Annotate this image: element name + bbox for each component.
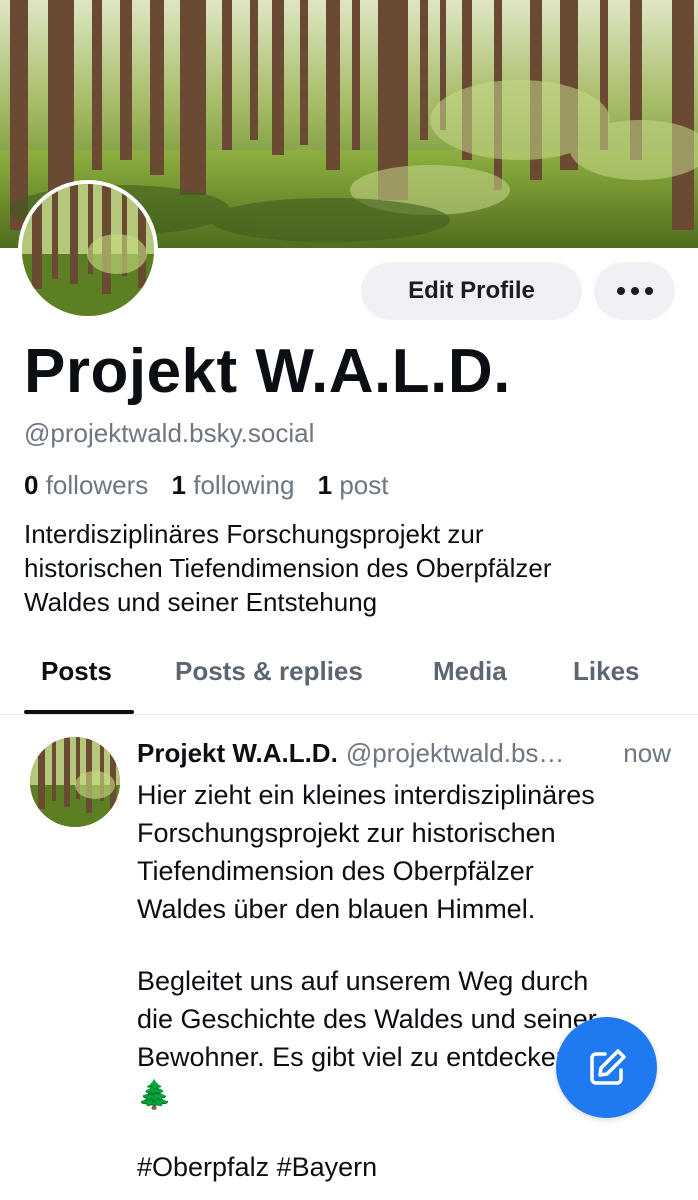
post-line: Begleitet uns auf unserem Weg durch	[137, 966, 589, 996]
compose-button[interactable]	[556, 1017, 657, 1118]
post-line: Waldes über den blauen Himmel.	[137, 894, 536, 924]
compose-icon	[589, 1048, 626, 1085]
post-timestamp[interactable]: now	[623, 738, 671, 769]
following-count: 1	[171, 470, 186, 500]
post-author-avatar[interactable]	[30, 737, 120, 827]
edit-profile-button[interactable]: Edit Profile	[361, 262, 582, 320]
post-line: Forschungsprojekt zur historischen	[137, 818, 556, 848]
post-hashtags[interactable]: #Oberpfalz #Bayern	[137, 1148, 677, 1186]
profile-handle: @projektwald.bsky.social	[24, 418, 315, 448]
posts-count: 1	[317, 470, 333, 500]
forest-avatar-image	[30, 737, 120, 827]
followers-count: 0	[24, 470, 39, 500]
bio-line: historischen Tiefendimension des Oberpfä…	[24, 553, 552, 583]
tab-posts-and-replies[interactable]: Posts & replies	[175, 656, 363, 687]
tab-posts[interactable]: Posts	[41, 656, 112, 687]
tab-likes[interactable]: Likes	[573, 656, 640, 687]
profile-avatar[interactable]	[18, 180, 158, 320]
profile-stats: 0 followers 1 following 1 post	[24, 470, 405, 501]
profile-display-name: Projekt W.A.L.D.	[24, 337, 511, 406]
followers-link[interactable]: 0 followers	[24, 470, 148, 500]
more-options-button[interactable]	[594, 262, 675, 320]
ellipsis-icon	[614, 287, 656, 295]
tab-media[interactable]: Media	[433, 656, 507, 687]
active-tab-indicator	[24, 710, 134, 714]
profile-tabs: Posts Posts & replies Media Likes	[0, 640, 698, 715]
post-header: Projekt W.A.L.D. @projektwald.bs… now	[137, 738, 677, 769]
posts-count-stat: 1 post	[318, 470, 389, 500]
post-author-handle[interactable]: @projektwald.bs…	[346, 738, 565, 768]
following-label: following	[193, 470, 295, 500]
bio-line: Interdisziplinäres Forschungsprojekt zur	[24, 519, 484, 549]
profile-bio: Interdisziplinäres Forschungsprojekt zur…	[24, 517, 674, 619]
bio-line: Waldes und seiner Entstehung	[24, 587, 378, 617]
post-line: Hier zieht ein kleines interdisziplinäre…	[137, 780, 595, 810]
following-link[interactable]: 1 following	[172, 470, 295, 500]
posts-label: post	[339, 470, 389, 500]
forest-avatar-image	[22, 184, 154, 316]
post-text: Hier zieht ein kleines interdisziplinäre…	[137, 776, 677, 1186]
post-author-name[interactable]: Projekt W.A.L.D.	[137, 738, 338, 768]
post-line: Tiefendimension des Oberpfälzer	[137, 856, 534, 886]
profile-screen: Edit Profile Projekt W.A.L.D. @projektwa…	[0, 0, 698, 1200]
followers-label: followers	[45, 470, 149, 500]
